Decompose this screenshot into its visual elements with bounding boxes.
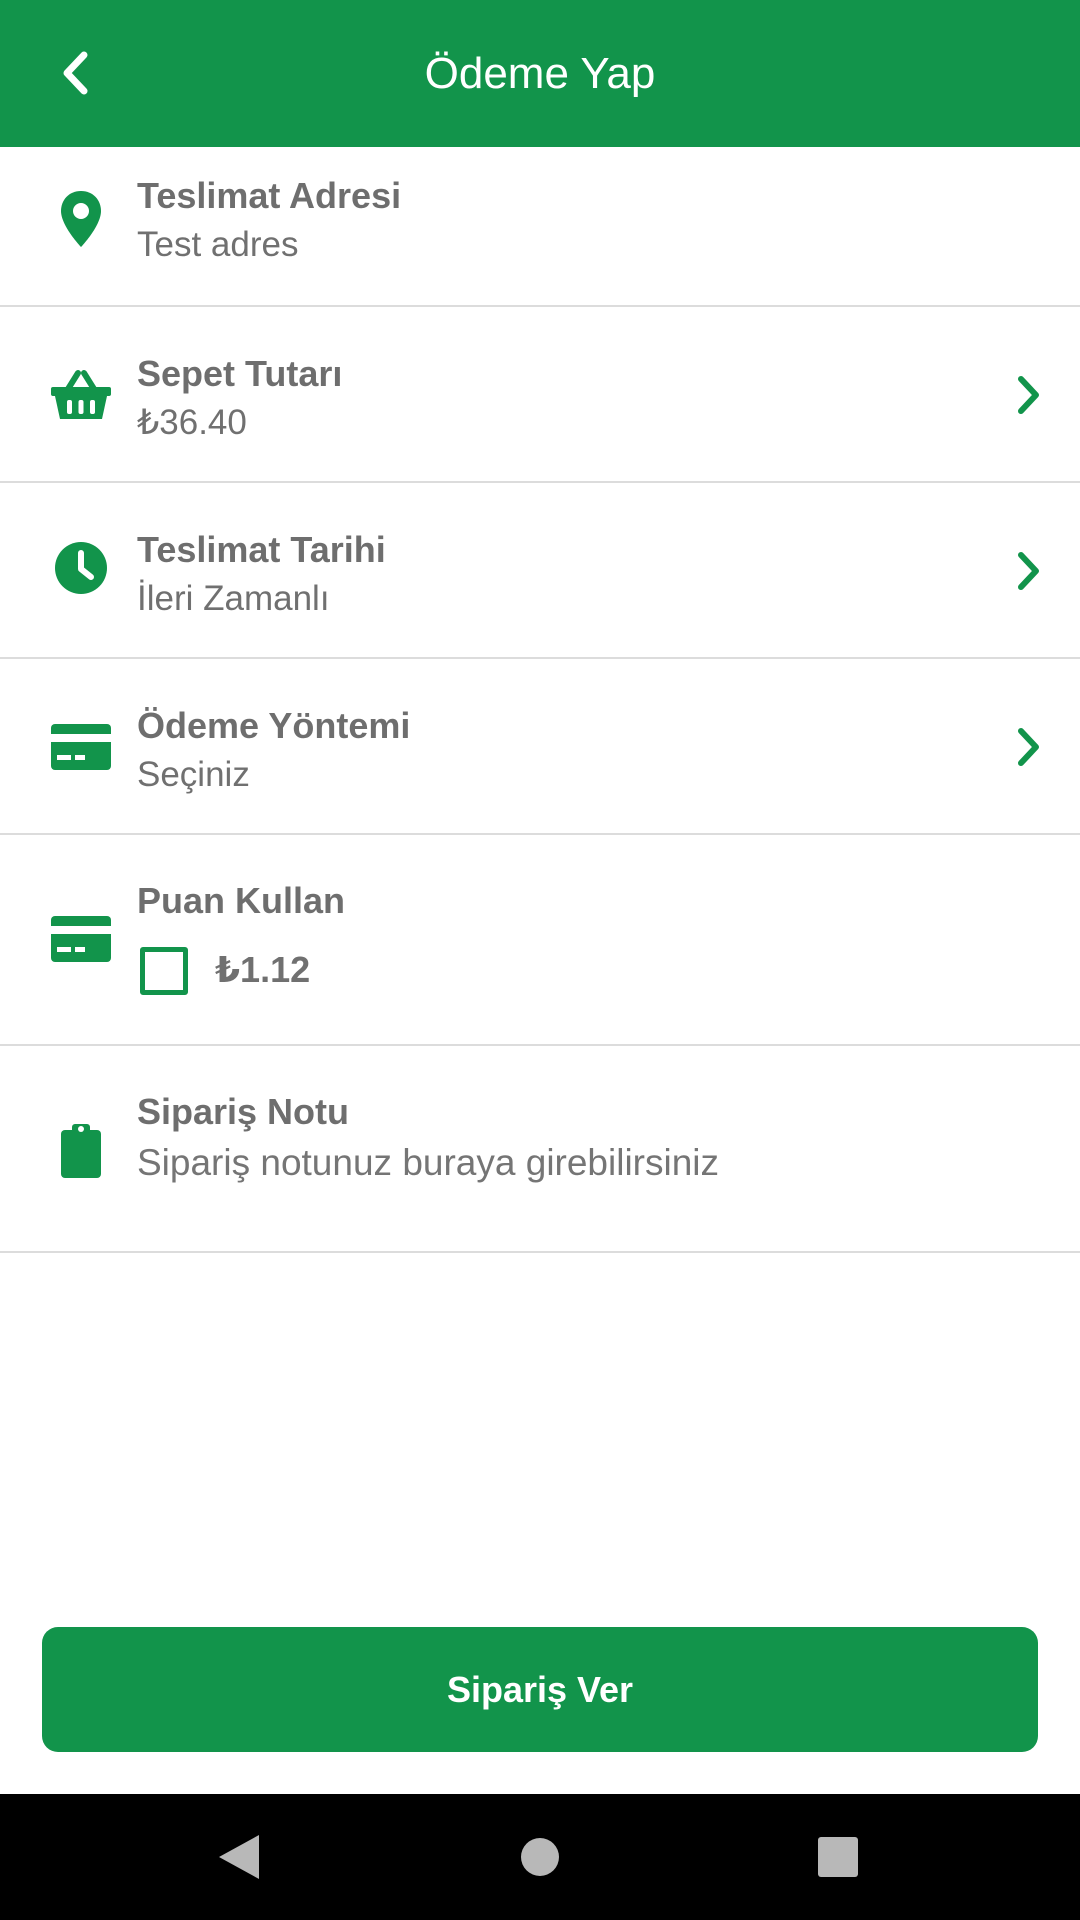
payment-method-row[interactable]: Ödeme Yöntemi Seçiniz: [0, 659, 1080, 835]
basket-icon: [49, 363, 113, 427]
delivery-address-row: Teslimat Adresi Test adres: [0, 147, 1080, 307]
delivery-address-value: Test adres: [137, 225, 299, 264]
nav-back-button[interactable]: [204, 1822, 274, 1892]
chevron-right-icon: [1004, 541, 1054, 601]
system-nav-bar: [0, 1794, 1080, 1920]
basket-total-label: Sepet Tutarı: [137, 353, 343, 394]
order-note-row: Sipariş Notu: [0, 1046, 1080, 1253]
basket-total-value: ₺36.40: [137, 403, 247, 442]
payment-method-value: Seçiniz: [137, 755, 250, 794]
clock-icon: [49, 536, 113, 600]
credit-card-icon: [49, 907, 113, 971]
app-bar: Ödeme Yap: [0, 0, 1080, 147]
delivery-date-label: Teslimat Tarihi: [137, 529, 386, 570]
nav-home-icon: [521, 1838, 559, 1876]
delivery-date-row[interactable]: Teslimat Tarihi İleri Zamanlı: [0, 483, 1080, 659]
nav-home-button[interactable]: [505, 1822, 575, 1892]
chevron-right-icon: [1004, 717, 1054, 777]
location-pin-icon: [49, 187, 113, 251]
nav-recents-icon: [818, 1837, 858, 1877]
use-points-checkbox[interactable]: [140, 947, 188, 995]
use-points-row: Puan Kullan ₺1.12: [0, 835, 1080, 1046]
order-note-label: Sipariş Notu: [137, 1091, 350, 1132]
order-note-input[interactable]: [137, 1142, 1017, 1184]
use-points-label: Puan Kullan: [137, 880, 346, 921]
chevron-right-icon: [1004, 365, 1054, 425]
payment-method-label: Ödeme Yöntemi: [137, 705, 411, 746]
place-order-button[interactable]: Sipariş Ver: [42, 1627, 1038, 1752]
nav-recents-button[interactable]: [803, 1822, 873, 1892]
nav-back-icon: [219, 1835, 259, 1879]
points-amount: ₺1.12: [215, 949, 311, 990]
credit-card-icon: [49, 715, 113, 779]
delivery-date-value: İleri Zamanlı: [137, 579, 330, 618]
clipboard-icon: [49, 1119, 113, 1183]
page-title: Ödeme Yap: [424, 49, 656, 98]
delivery-address-label: Teslimat Adresi: [137, 175, 402, 216]
basket-total-row[interactable]: Sepet Tutarı ₺36.40: [0, 307, 1080, 483]
